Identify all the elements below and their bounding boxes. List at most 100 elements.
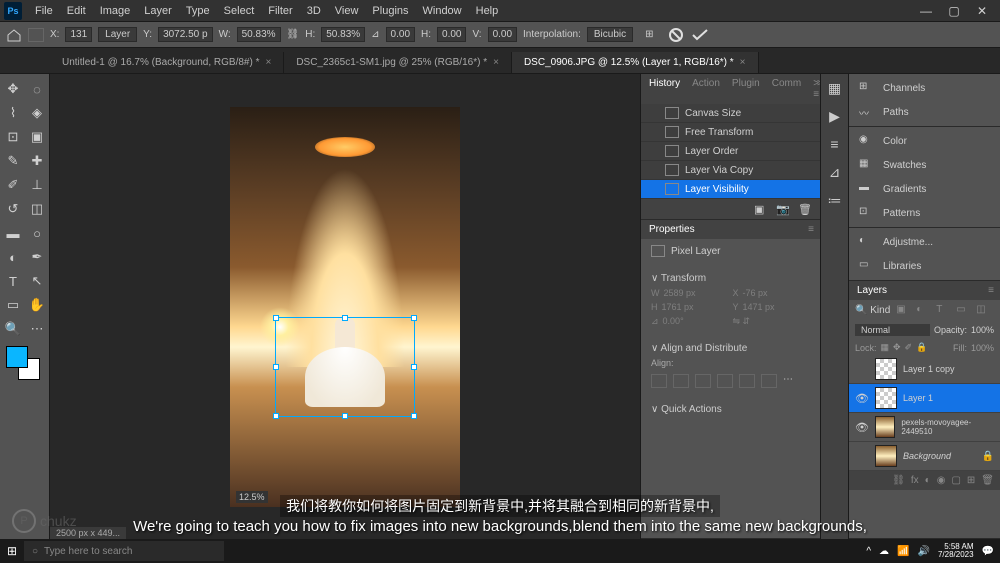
layer-row[interactable]: 👁 pexels-movoyagee-2449510	[849, 413, 1000, 442]
libraries-item[interactable]: ▭Libraries	[849, 254, 1000, 278]
history-item[interactable]: Layer Visibility	[641, 180, 820, 199]
transform-handle[interactable]	[411, 315, 417, 321]
menu-3d[interactable]: 3D	[300, 2, 328, 20]
menu-window[interactable]: Window	[416, 2, 469, 20]
move-tool[interactable]: ✥	[2, 78, 24, 100]
history-item[interactable]: Free Transform	[641, 123, 820, 142]
close-icon[interactable]: ×	[265, 57, 271, 68]
layer-name[interactable]: pexels-movoyagee-2449510	[901, 418, 994, 436]
align-center-v-icon[interactable]	[739, 374, 755, 388]
healing-tool[interactable]: ✚	[26, 150, 48, 172]
start-button[interactable]: ⊞	[0, 544, 24, 558]
dodge-tool[interactable]: ◐	[2, 246, 24, 268]
adjustments-item[interactable]: ◐Adjustme...	[849, 230, 1000, 254]
layer-name[interactable]: Layer 1	[903, 393, 933, 403]
opacity-value[interactable]: 100%	[971, 325, 994, 335]
angle-field[interactable]: 0.00	[386, 27, 415, 42]
color-swatches[interactable]	[2, 342, 48, 384]
interp-dropdown[interactable]: Bicubic	[587, 27, 633, 42]
color-item[interactable]: ◉Color	[849, 129, 1000, 153]
panel-menu-icon[interactable]: ≡	[988, 285, 992, 296]
window-minimize[interactable]: —	[912, 4, 940, 18]
marquee-tool[interactable]: ◌	[26, 78, 48, 100]
y-field[interactable]: 3072.50 p	[158, 27, 213, 42]
trash-icon[interactable]: 🗑	[798, 203, 812, 215]
blend-mode-dropdown[interactable]: Normal	[855, 324, 930, 336]
panel-menu-icon[interactable]: ≡	[808, 224, 812, 235]
layer-row[interactable]: Background 🔒	[849, 442, 1000, 471]
window-maximize[interactable]: ▢	[940, 4, 968, 18]
prop-y[interactable]: 1471 px	[743, 302, 775, 312]
tray-wifi-icon[interactable]: 📶	[897, 546, 909, 557]
group-icon[interactable]: ▢	[951, 475, 960, 486]
filter-type-icon[interactable]: T	[936, 304, 950, 316]
layer-row[interactable]: 👁 Layer 1	[849, 384, 1000, 413]
layer-name[interactable]: Background	[903, 451, 951, 461]
gradients-item[interactable]: ▬Gradients	[849, 177, 1000, 201]
menu-edit[interactable]: Edit	[60, 2, 93, 20]
patterns-item[interactable]: ⊡Patterns	[849, 201, 1000, 225]
fill-value[interactable]: 100%	[971, 343, 994, 353]
lock-icon[interactable]: 🔒	[916, 342, 927, 353]
prop-x[interactable]: -76 px	[743, 288, 768, 298]
menu-view[interactable]: View	[328, 2, 366, 20]
skew-v-field[interactable]: 0.00	[488, 27, 517, 42]
layer-dropdown[interactable]: Layer	[98, 27, 137, 42]
menu-layer[interactable]: Layer	[137, 2, 179, 20]
transform-handle[interactable]	[411, 364, 417, 370]
layer-name[interactable]: Layer 1 copy	[903, 364, 955, 374]
gradient-tool[interactable]: ▬	[2, 222, 24, 244]
notifications-icon[interactable]: 💬	[982, 546, 994, 557]
brush-tool[interactable]: ✐	[2, 174, 24, 196]
align-more-icon[interactable]: ⋯	[783, 374, 793, 388]
channels-item[interactable]: ⊞Channels	[849, 76, 1000, 100]
tab-plugin[interactable]: Plugin	[732, 78, 760, 100]
tray-icon[interactable]: ^	[866, 546, 871, 557]
visibility-toggle[interactable]: 👁	[855, 421, 869, 434]
x-field[interactable]: 131	[65, 27, 92, 42]
layer-thumbnail[interactable]	[875, 416, 895, 438]
pen-tool[interactable]: ✒	[26, 246, 48, 268]
lock-all-icon[interactable]: ▦	[881, 342, 890, 353]
paths-item[interactable]: 〰Paths	[849, 100, 1000, 124]
strip-icon[interactable]: ⊿	[826, 164, 844, 182]
transform-handle[interactable]	[411, 413, 417, 419]
fx-icon[interactable]: fx	[911, 475, 919, 486]
prop-w[interactable]: 2589 px	[664, 288, 696, 298]
filter-shape-icon[interactable]: ▭	[956, 304, 970, 316]
history-item[interactable]: Canvas Size	[641, 104, 820, 123]
document-canvas[interactable]: 12.5%	[230, 107, 460, 507]
canvas-area[interactable]: 12.5%	[50, 74, 640, 539]
camera-icon[interactable]: 📷	[776, 203, 790, 215]
menu-image[interactable]: Image	[93, 2, 138, 20]
transform-bounding-box[interactable]	[275, 317, 415, 417]
menu-plugins[interactable]: Plugins	[365, 2, 415, 20]
cancel-transform-icon[interactable]	[668, 27, 684, 43]
warp-icon[interactable]: ⊞	[645, 29, 653, 40]
type-tool[interactable]: T	[2, 270, 24, 292]
swatches-item[interactable]: ▦Swatches	[849, 153, 1000, 177]
filter-adjust-icon[interactable]: ◐	[916, 304, 930, 316]
hand-tool[interactable]: ✋	[26, 294, 48, 316]
quick-actions-title[interactable]: ∨ Quick Actions	[651, 400, 810, 419]
window-close[interactable]: ✕	[968, 4, 996, 18]
tab-dsc0906[interactable]: DSC_0906.JPG @ 12.5% (Layer 1, RGB/16*) …	[512, 52, 759, 73]
taskbar-clock[interactable]: 5:58 AM 7/28/2023	[938, 543, 974, 559]
prop-h[interactable]: 1761 px	[662, 302, 694, 312]
link-icon[interactable]: ⛓	[287, 29, 300, 40]
new-layer-icon[interactable]: ⊞	[967, 475, 975, 486]
transform-handle[interactable]	[273, 315, 279, 321]
path-tool[interactable]: ↖	[26, 270, 48, 292]
tab-action[interactable]: Action	[692, 78, 720, 100]
align-left-icon[interactable]	[651, 374, 667, 388]
skew-h-field[interactable]: 0.00	[437, 27, 466, 42]
menu-file[interactable]: File	[28, 2, 60, 20]
close-icon[interactable]: ×	[493, 57, 499, 68]
layer-thumbnail[interactable]	[875, 445, 897, 467]
mask-icon[interactable]: ◐	[925, 475, 931, 486]
tab-comm[interactable]: Comm	[772, 78, 801, 100]
align-top-icon[interactable]	[717, 374, 733, 388]
adjustment-icon[interactable]: ◉	[937, 475, 946, 486]
history-brush-tool[interactable]: ↺	[2, 198, 24, 220]
lock-pixel-icon[interactable]: ✐	[905, 342, 913, 353]
